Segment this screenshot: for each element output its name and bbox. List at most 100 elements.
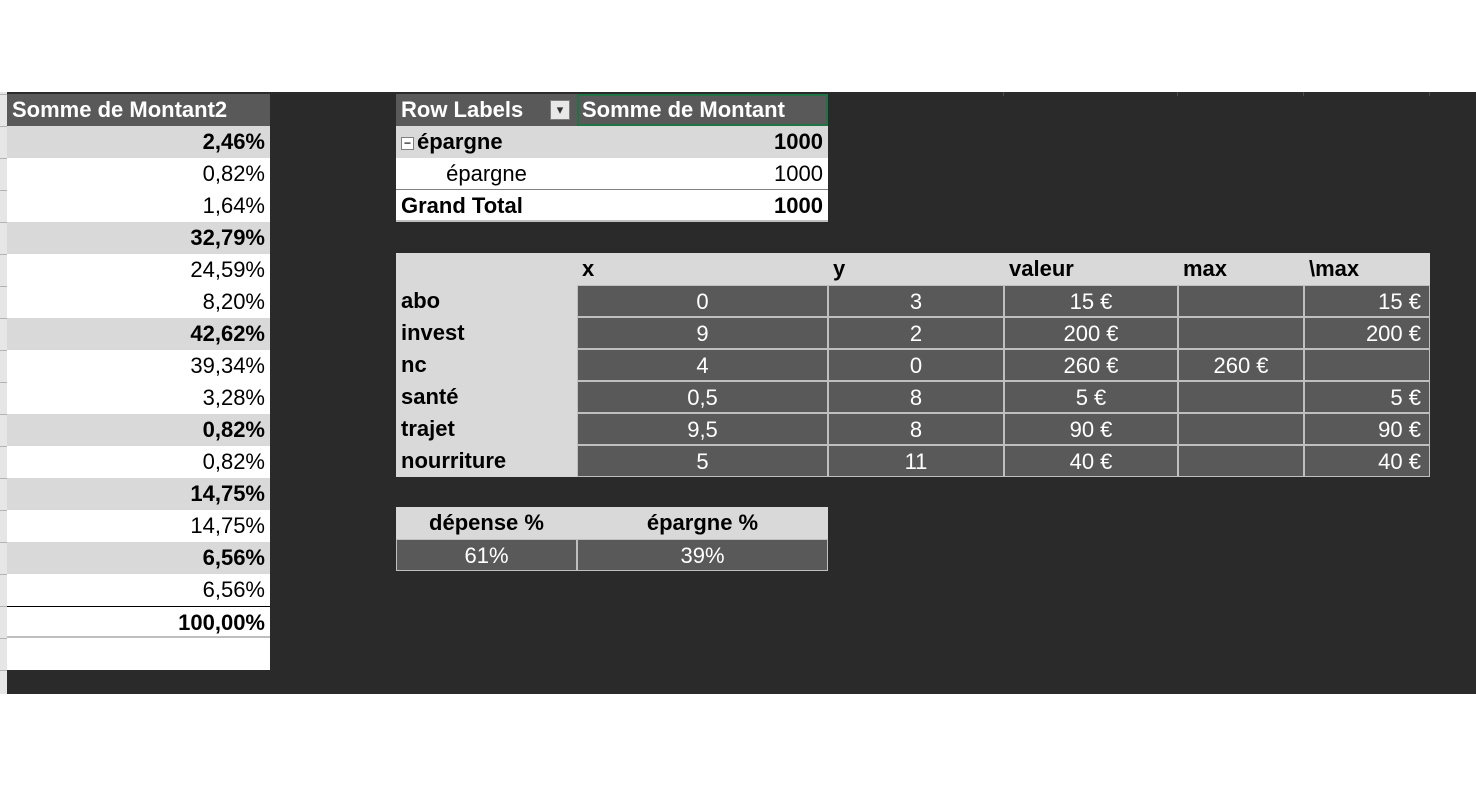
category-y-cell[interactable]: 3 <box>828 285 1004 317</box>
nomax-header[interactable]: \max <box>1304 253 1430 285</box>
y-header[interactable]: y <box>828 253 1004 285</box>
category-valeur-cell[interactable]: 5 € <box>1004 381 1178 413</box>
row-gridline <box>0 318 7 319</box>
category-x-cell[interactable]: 5 <box>577 445 828 477</box>
row-gridline <box>0 222 7 223</box>
category-nomax-cell[interactable]: 90 € <box>1304 413 1430 445</box>
category-x-cell[interactable]: 9 <box>577 317 828 349</box>
category-valeur-cell[interactable]: 90 € <box>1004 413 1178 445</box>
category-label[interactable]: invest <box>396 317 577 349</box>
category-nomax-cell[interactable]: 5 € <box>1304 381 1430 413</box>
grand-total-label[interactable]: Grand Total <box>396 190 577 222</box>
category-y-cell[interactable]: 8 <box>828 381 1004 413</box>
row-gridline <box>0 158 7 159</box>
empty-cell[interactable] <box>7 638 270 670</box>
category-y-cell[interactable]: 11 <box>828 445 1004 477</box>
savings-child-label[interactable]: épargne <box>396 158 577 190</box>
somme-de-montant-header[interactable]: Somme de Montant <box>577 94 828 126</box>
spreadsheet-grid[interactable]: Somme de Montant2 2,46% 0,82% 1,64% 32,79% 2… <box>0 92 1476 694</box>
left-pivot-row[interactable]: 14,75% <box>7 478 270 510</box>
row-gridline <box>0 606 7 607</box>
left-pivot-row[interactable]: 24,59% <box>7 254 270 286</box>
left-pivot-header[interactable]: Somme de Montant2 <box>7 94 270 126</box>
left-pivot-total[interactable]: 100,00% <box>7 606 270 638</box>
left-pivot-row[interactable]: 2,46% <box>7 126 270 158</box>
row-gridline <box>0 638 7 639</box>
left-pivot-row[interactable]: 6,56% <box>7 574 270 606</box>
category-max-cell[interactable] <box>1178 413 1304 445</box>
category-max-cell[interactable]: 260 € <box>1178 349 1304 381</box>
left-pivot-row[interactable]: 1,64% <box>7 190 270 222</box>
category-nomax-cell[interactable]: 40 € <box>1304 445 1430 477</box>
epargne-percent-value[interactable]: 39% <box>577 539 828 571</box>
category-valeur-cell[interactable]: 40 € <box>1004 445 1178 477</box>
category-valeur-cell[interactable]: 200 € <box>1004 317 1178 349</box>
row-gridline <box>0 446 7 447</box>
column-gridline <box>1303 92 1304 96</box>
depense-percent-value[interactable]: 61% <box>396 539 577 571</box>
category-label[interactable]: abo <box>396 285 577 317</box>
left-pivot-row[interactable]: 39,34% <box>7 350 270 382</box>
x-header[interactable]: x <box>577 253 828 285</box>
row-gridline <box>0 190 7 191</box>
category-label[interactable]: nc <box>396 349 577 381</box>
category-nomax-cell[interactable]: 200 € <box>1304 317 1430 349</box>
left-pivot-row[interactable]: 32,79% <box>7 222 270 254</box>
row-gridline <box>0 286 7 287</box>
row-labels-header-text: Row Labels <box>401 97 524 122</box>
category-max-cell[interactable] <box>1178 381 1304 413</box>
left-pivot-row[interactable]: 0,82% <box>7 446 270 478</box>
left-pivot-row[interactable]: 0,82% <box>7 414 270 446</box>
category-corner-cell[interactable] <box>396 253 577 285</box>
column-gridline <box>1177 92 1178 96</box>
category-max-cell[interactable] <box>1178 445 1304 477</box>
left-pivot-row[interactable]: 6,56% <box>7 542 270 574</box>
category-x-cell[interactable]: 0 <box>577 285 828 317</box>
row-gridline <box>0 670 7 671</box>
category-nomax-cell[interactable] <box>1304 349 1430 381</box>
left-pivot-row[interactable]: 0,82% <box>7 158 270 190</box>
category-y-cell[interactable]: 8 <box>828 413 1004 445</box>
row-gridline <box>0 94 7 95</box>
row-gridline <box>0 542 7 543</box>
category-x-cell[interactable]: 4 <box>577 349 828 381</box>
left-pivot-row[interactable]: 14,75% <box>7 510 270 542</box>
category-label[interactable]: trajet <box>396 413 577 445</box>
category-nomax-cell[interactable]: 15 € <box>1304 285 1430 317</box>
row-gridline <box>0 574 7 575</box>
savings-child-value[interactable]: 1000 <box>577 158 828 190</box>
row-gridline <box>0 414 7 415</box>
category-valeur-cell[interactable]: 260 € <box>1004 349 1178 381</box>
filter-dropdown-icon[interactable]: ▾ <box>550 100 570 120</box>
category-max-cell[interactable] <box>1178 317 1304 349</box>
category-x-cell[interactable]: 0,5 <box>577 381 828 413</box>
category-label[interactable]: santé <box>396 381 577 413</box>
depense-percent-header[interactable]: dépense % <box>396 507 577 539</box>
savings-group-label[interactable]: − épargne <box>396 126 577 158</box>
category-max-cell[interactable] <box>1178 285 1304 317</box>
category-x-cell[interactable]: 9,5 <box>577 413 828 445</box>
category-y-cell[interactable]: 2 <box>828 317 1004 349</box>
sheet-left-edge <box>0 92 7 694</box>
category-y-cell[interactable]: 0 <box>828 349 1004 381</box>
valeur-header[interactable]: valeur <box>1004 253 1178 285</box>
row-gridline <box>0 126 7 127</box>
left-pivot-row[interactable]: 8,20% <box>7 286 270 318</box>
savings-group-label-text: épargne <box>417 129 503 154</box>
savings-group-value[interactable]: 1000 <box>577 126 828 158</box>
row-gridline <box>0 510 7 511</box>
row-gridline <box>0 382 7 383</box>
max-header[interactable]: max <box>1178 253 1304 285</box>
epargne-percent-header[interactable]: épargne % <box>577 507 828 539</box>
row-gridline <box>0 254 7 255</box>
row-gridline <box>0 350 7 351</box>
row-gridline <box>0 478 7 479</box>
category-label[interactable]: nourriture <box>396 445 577 477</box>
minus-box-icon[interactable]: − <box>401 136 414 150</box>
category-valeur-cell[interactable]: 15 € <box>1004 285 1178 317</box>
column-gridline <box>1429 92 1430 96</box>
left-pivot-row[interactable]: 3,28% <box>7 382 270 414</box>
grand-total-value[interactable]: 1000 <box>577 190 828 222</box>
column-gridline <box>1003 92 1004 96</box>
left-pivot-row[interactable]: 42,62% <box>7 318 270 350</box>
